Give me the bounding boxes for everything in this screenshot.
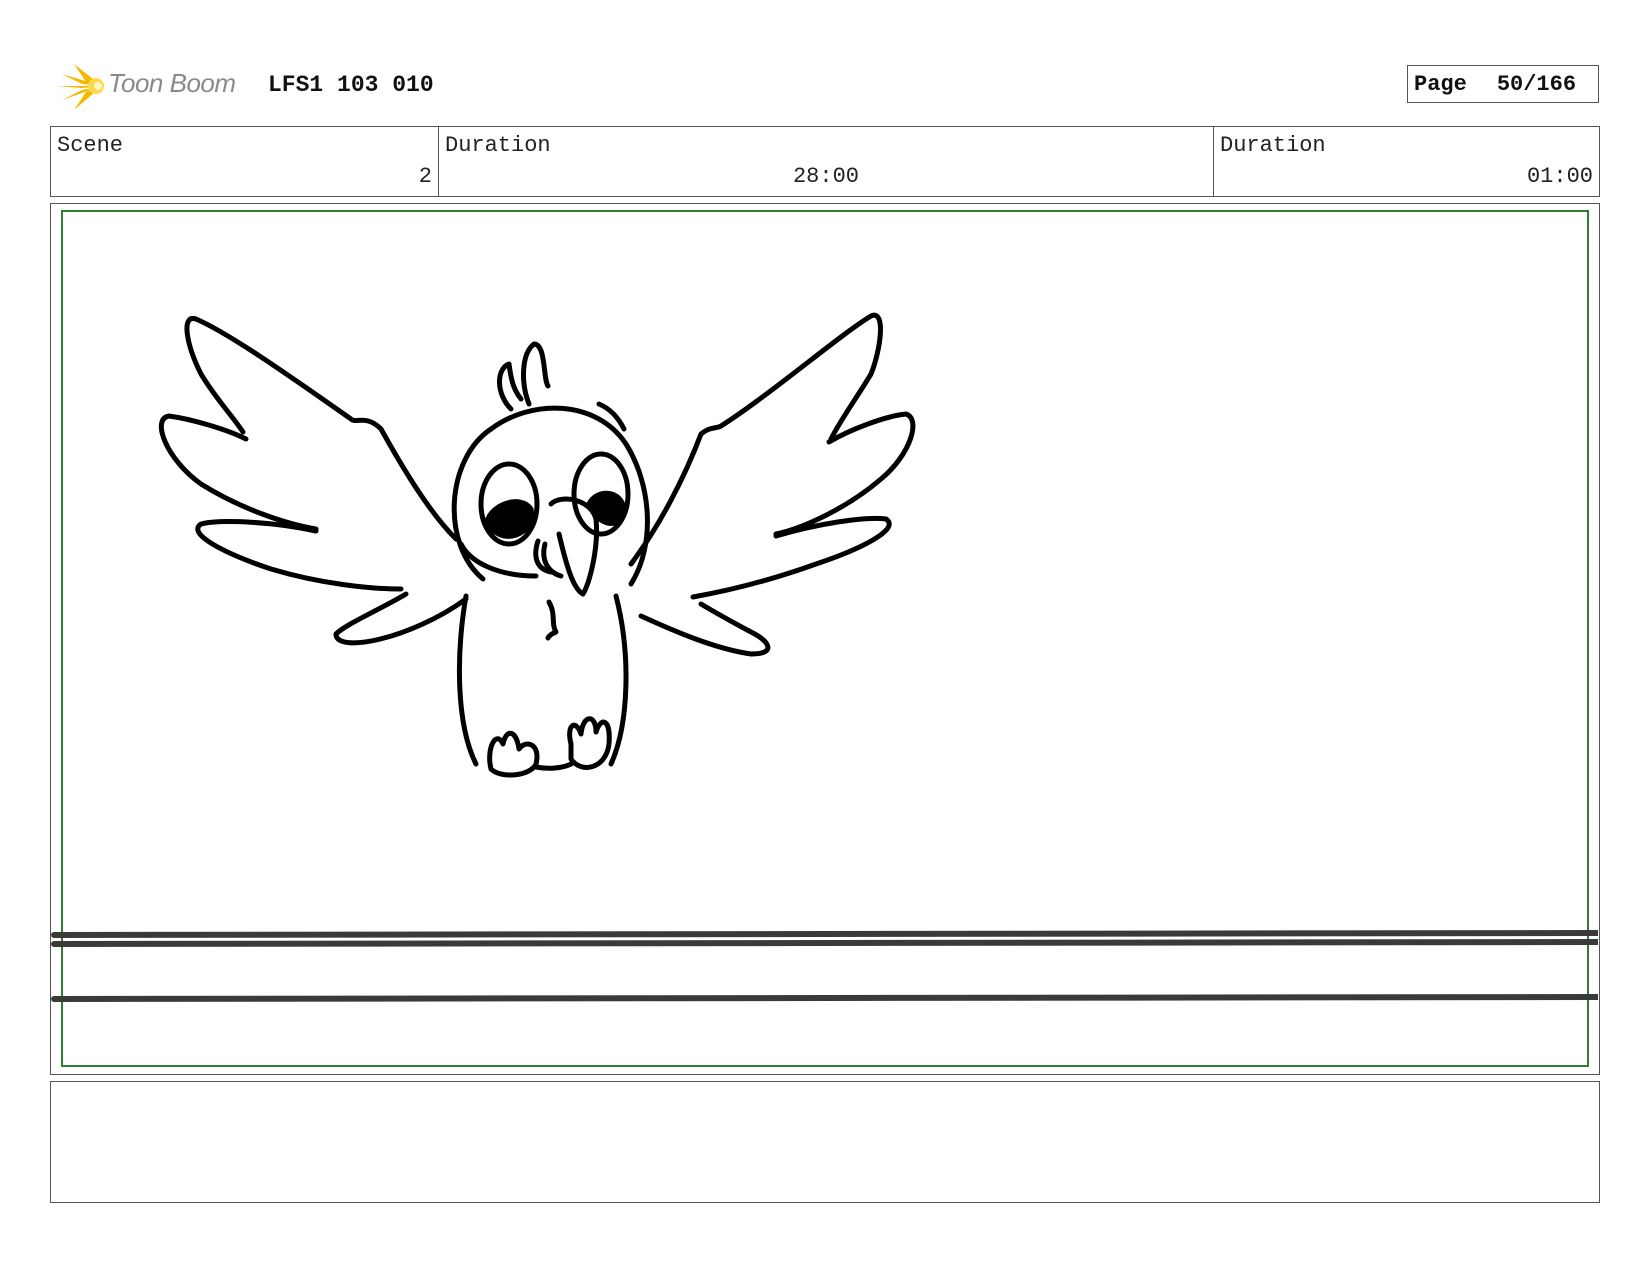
bird-crest	[521, 341, 551, 407]
bird-wing-right-top	[628, 312, 883, 567]
bird-wing-right-bottom	[638, 601, 771, 657]
bird-feet-joint	[533, 761, 574, 771]
horizon-line-2	[51, 939, 1598, 947]
bird-pupil-left	[484, 499, 534, 539]
bird-wing-left-bottom	[333, 591, 469, 646]
star-burst-icon	[56, 64, 104, 110]
horizon-line-3	[51, 994, 1598, 1002]
bird-wing-right-low	[690, 515, 892, 600]
scene-cell: Scene 2	[51, 127, 438, 196]
panel-duration-label: Duration	[1220, 133, 1326, 158]
scene-duration-label: Duration	[445, 133, 551, 158]
scene-label: Scene	[57, 133, 124, 158]
bird-wing-left-mid	[158, 413, 319, 532]
scene-value: 2	[418, 164, 432, 189]
bird-wing-left-low	[195, 519, 404, 592]
bird-foot-right	[567, 716, 612, 770]
panel-duration-cell: Duration 01:00	[1213, 127, 1599, 196]
panel-duration-value: 01:00	[1526, 164, 1593, 189]
horizon-line-1	[51, 930, 1598, 938]
scene-duration-cell: Duration 28:00	[438, 127, 1213, 196]
bird-sketch-drawing	[51, 312, 1598, 1002]
bird-body-right	[608, 593, 629, 767]
bird-wing-right-mid	[773, 411, 916, 537]
panel-notes-box	[50, 1081, 1600, 1203]
bird-foot-left	[487, 730, 540, 778]
storyboard-header: Toon Boom LFS1 103 010	[52, 58, 1612, 114]
logo-text: Toon Boom	[108, 68, 236, 98]
bird-crest-small	[497, 361, 524, 412]
page-indicator: Page 50/166	[1407, 65, 1599, 103]
storyboard-panel	[50, 203, 1600, 1075]
scene-duration-value: 28:00	[792, 164, 859, 189]
horizon-lines	[51, 930, 1598, 1002]
bird-beak	[548, 496, 600, 597]
bird-chest-mark	[545, 599, 559, 641]
toon-boom-logo: Toon Boom	[52, 58, 262, 114]
document-id: LFS1 103 010	[268, 72, 434, 98]
scene-info-table: Scene 2 Duration 28:00 Duration 01:00	[50, 126, 1600, 197]
bird-body-left	[456, 593, 479, 767]
page-number: 50/166	[1496, 71, 1577, 97]
page-label: Page	[1414, 71, 1467, 97]
